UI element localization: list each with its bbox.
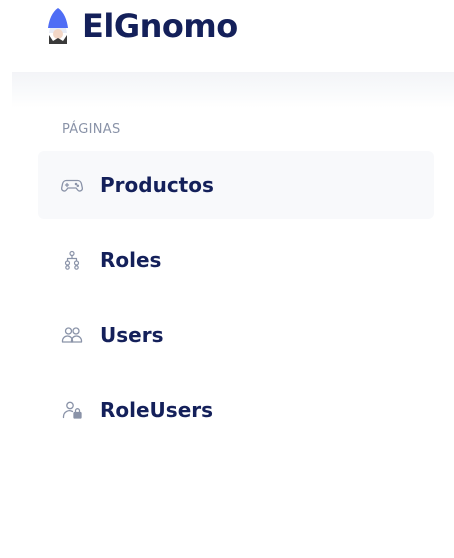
sidebar-item-roleusers[interactable]: RoleUsers	[38, 376, 434, 444]
gnome-logo-icon	[48, 8, 68, 44]
sidebar-item-label: Roles	[100, 248, 162, 272]
sidebar-item-roles[interactable]: Roles	[38, 226, 434, 294]
user-lock-icon	[60, 398, 84, 422]
sidebar-item-productos[interactable]: Productos	[38, 151, 434, 219]
sidebar-item-label: RoleUsers	[100, 398, 214, 422]
brand-name: ElGnomo	[82, 7, 238, 45]
section-title: PÁGINAS	[62, 122, 121, 137]
sidebar-item-label: Users	[100, 323, 164, 347]
sidebar-item-label: Productos	[100, 173, 214, 197]
sidebar-item-users[interactable]: Users	[38, 301, 434, 369]
sidebar-nav: Productos Roles Users RoleUsers	[38, 151, 434, 451]
header-divider	[12, 72, 454, 108]
gamepad-icon	[60, 173, 84, 197]
sidebar: ElGnomo PÁGINAS Productos Roles Users Ro…	[0, 0, 454, 558]
brand[interactable]: ElGnomo	[44, 6, 238, 46]
users-icon	[60, 323, 84, 347]
hierarchy-icon	[60, 248, 84, 272]
